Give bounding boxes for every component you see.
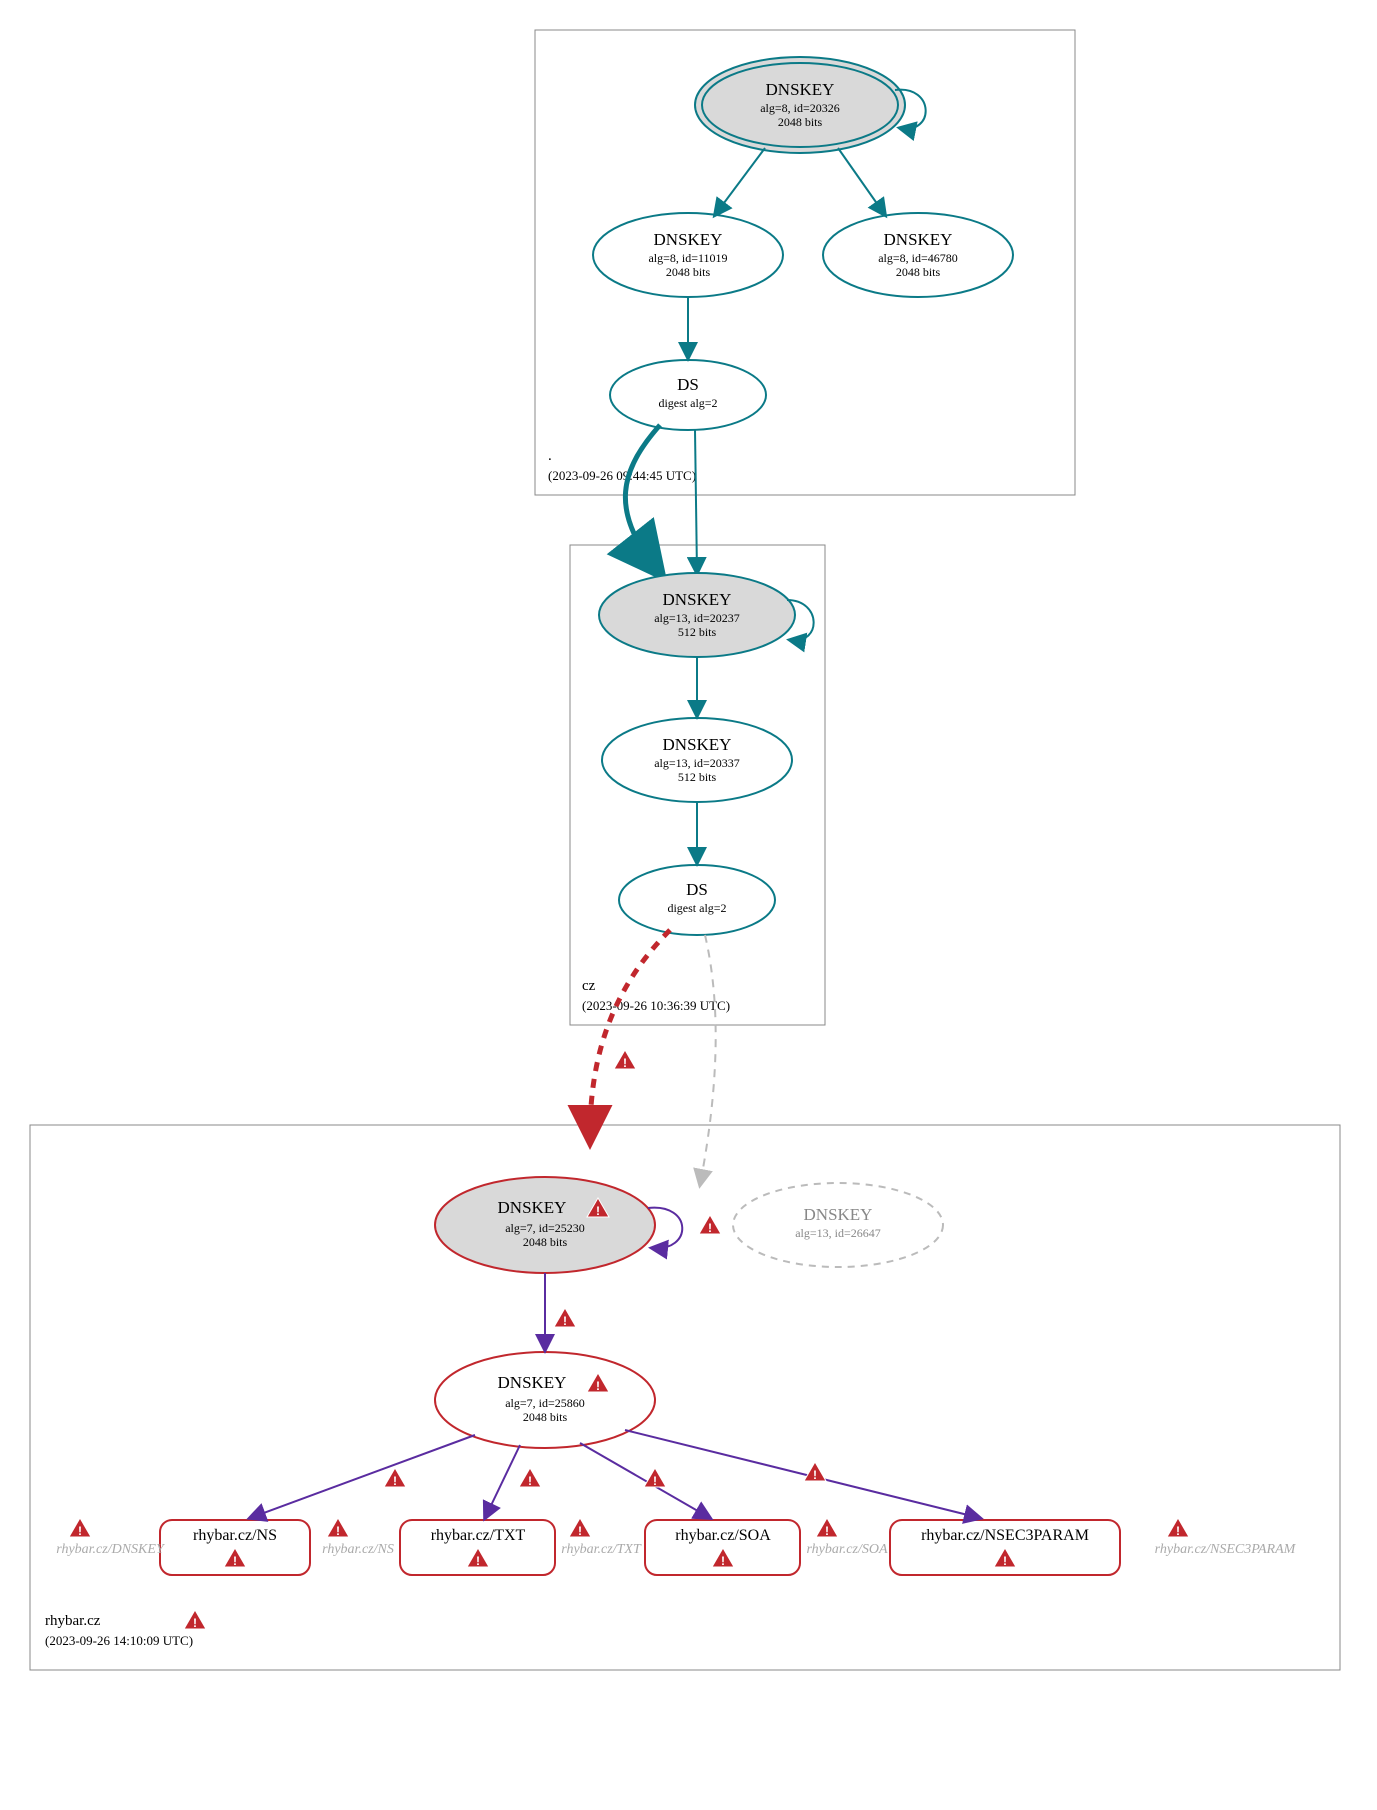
svg-text:2048 bits: 2048 bits xyxy=(896,265,941,279)
svg-text:alg=8, id=20326: alg=8, id=20326 xyxy=(760,101,840,115)
svg-text:digest alg=2: digest alg=2 xyxy=(667,901,726,915)
zone-rhybar-timestamp: (2023-09-26 14:10:09 UTC) xyxy=(45,1633,193,1648)
edge-ds-unknown xyxy=(700,935,716,1185)
zone-cz-timestamp: (2023-09-26 10:36:39 UTC) xyxy=(582,998,730,1013)
svg-text:DNSKEY: DNSKEY xyxy=(498,1198,567,1217)
svg-text:alg=7, id=25860: alg=7, id=25860 xyxy=(505,1396,585,1410)
svg-text:DNSKEY: DNSKEY xyxy=(498,1373,567,1392)
svg-text:DNSKEY: DNSKEY xyxy=(884,230,953,249)
warning-icon xyxy=(614,1050,636,1070)
svg-text:rhybar.cz/TXT: rhybar.cz/TXT xyxy=(431,1527,526,1544)
svg-text:2048 bits: 2048 bits xyxy=(778,115,823,129)
warning-icon xyxy=(69,1518,91,1538)
svg-text:DNSKEY: DNSKEY xyxy=(663,590,732,609)
warning-icon xyxy=(384,1468,406,1488)
warning-icon xyxy=(816,1518,838,1538)
neg-dnskey: rhybar.cz/DNSKEY xyxy=(56,1542,166,1557)
svg-text:DNSKEY: DNSKEY xyxy=(663,735,732,754)
svg-text:rhybar.cz/NSEC3PARAM: rhybar.cz/NSEC3PARAM xyxy=(921,1527,1089,1544)
warning-icon xyxy=(804,1462,826,1482)
warning-icon xyxy=(327,1518,349,1538)
svg-text:rhybar.cz/SOA: rhybar.cz/SOA xyxy=(675,1527,771,1544)
neg-nsec3param: rhybar.cz/NSEC3PARAM xyxy=(1155,1542,1297,1557)
neg-ns: rhybar.cz/NS xyxy=(322,1542,394,1557)
zone-rhybar-name: rhybar.cz xyxy=(45,1613,101,1629)
svg-text:alg=13, id=20337: alg=13, id=20337 xyxy=(654,756,740,770)
svg-text:alg=8, id=46780: alg=8, id=46780 xyxy=(878,251,958,265)
neg-soa: rhybar.cz/SOA xyxy=(806,1542,887,1557)
warning-icon xyxy=(1167,1518,1189,1538)
svg-text:512 bits: 512 bits xyxy=(678,625,717,639)
svg-text:DNSKEY: DNSKEY xyxy=(804,1205,873,1224)
svg-text:DS: DS xyxy=(686,880,708,899)
node-rhybar-missing-key xyxy=(733,1183,943,1267)
svg-text:alg=13, id=26647: alg=13, id=26647 xyxy=(795,1226,881,1240)
warning-icon xyxy=(554,1308,576,1328)
node-root-ds xyxy=(610,360,766,430)
svg-text:DNSKEY: DNSKEY xyxy=(654,230,723,249)
svg-text:alg=13, id=20237: alg=13, id=20237 xyxy=(654,611,740,625)
zone-rhybar-box xyxy=(30,1125,1340,1670)
edge-ds-missing xyxy=(590,930,670,1135)
svg-text:DS: DS xyxy=(677,375,699,394)
zone-cz-name: cz xyxy=(582,978,596,994)
svg-text:512 bits: 512 bits xyxy=(678,770,717,784)
zone-root-timestamp: (2023-09-26 09:44:45 UTC) xyxy=(548,468,696,483)
zone-root-name: . xyxy=(548,448,552,464)
svg-text:rhybar.cz/NS: rhybar.cz/NS xyxy=(193,1527,277,1544)
warning-icon xyxy=(699,1215,721,1235)
neg-txt: rhybar.cz/TXT xyxy=(561,1542,642,1557)
svg-text:digest alg=2: digest alg=2 xyxy=(658,396,717,410)
svg-text:alg=8, id=11019: alg=8, id=11019 xyxy=(648,251,727,265)
svg-text:2048 bits: 2048 bits xyxy=(523,1410,568,1424)
warning-icon xyxy=(644,1468,666,1488)
warning-icon xyxy=(184,1610,206,1630)
svg-text:DNSKEY: DNSKEY xyxy=(766,80,835,99)
node-cz-ds xyxy=(619,865,775,935)
svg-text:2048 bits: 2048 bits xyxy=(523,1235,568,1249)
svg-text:2048 bits: 2048 bits xyxy=(666,265,711,279)
warning-icon xyxy=(519,1468,541,1488)
svg-text:alg=7, id=25230: alg=7, id=25230 xyxy=(505,1221,585,1235)
warning-icon xyxy=(569,1518,591,1538)
